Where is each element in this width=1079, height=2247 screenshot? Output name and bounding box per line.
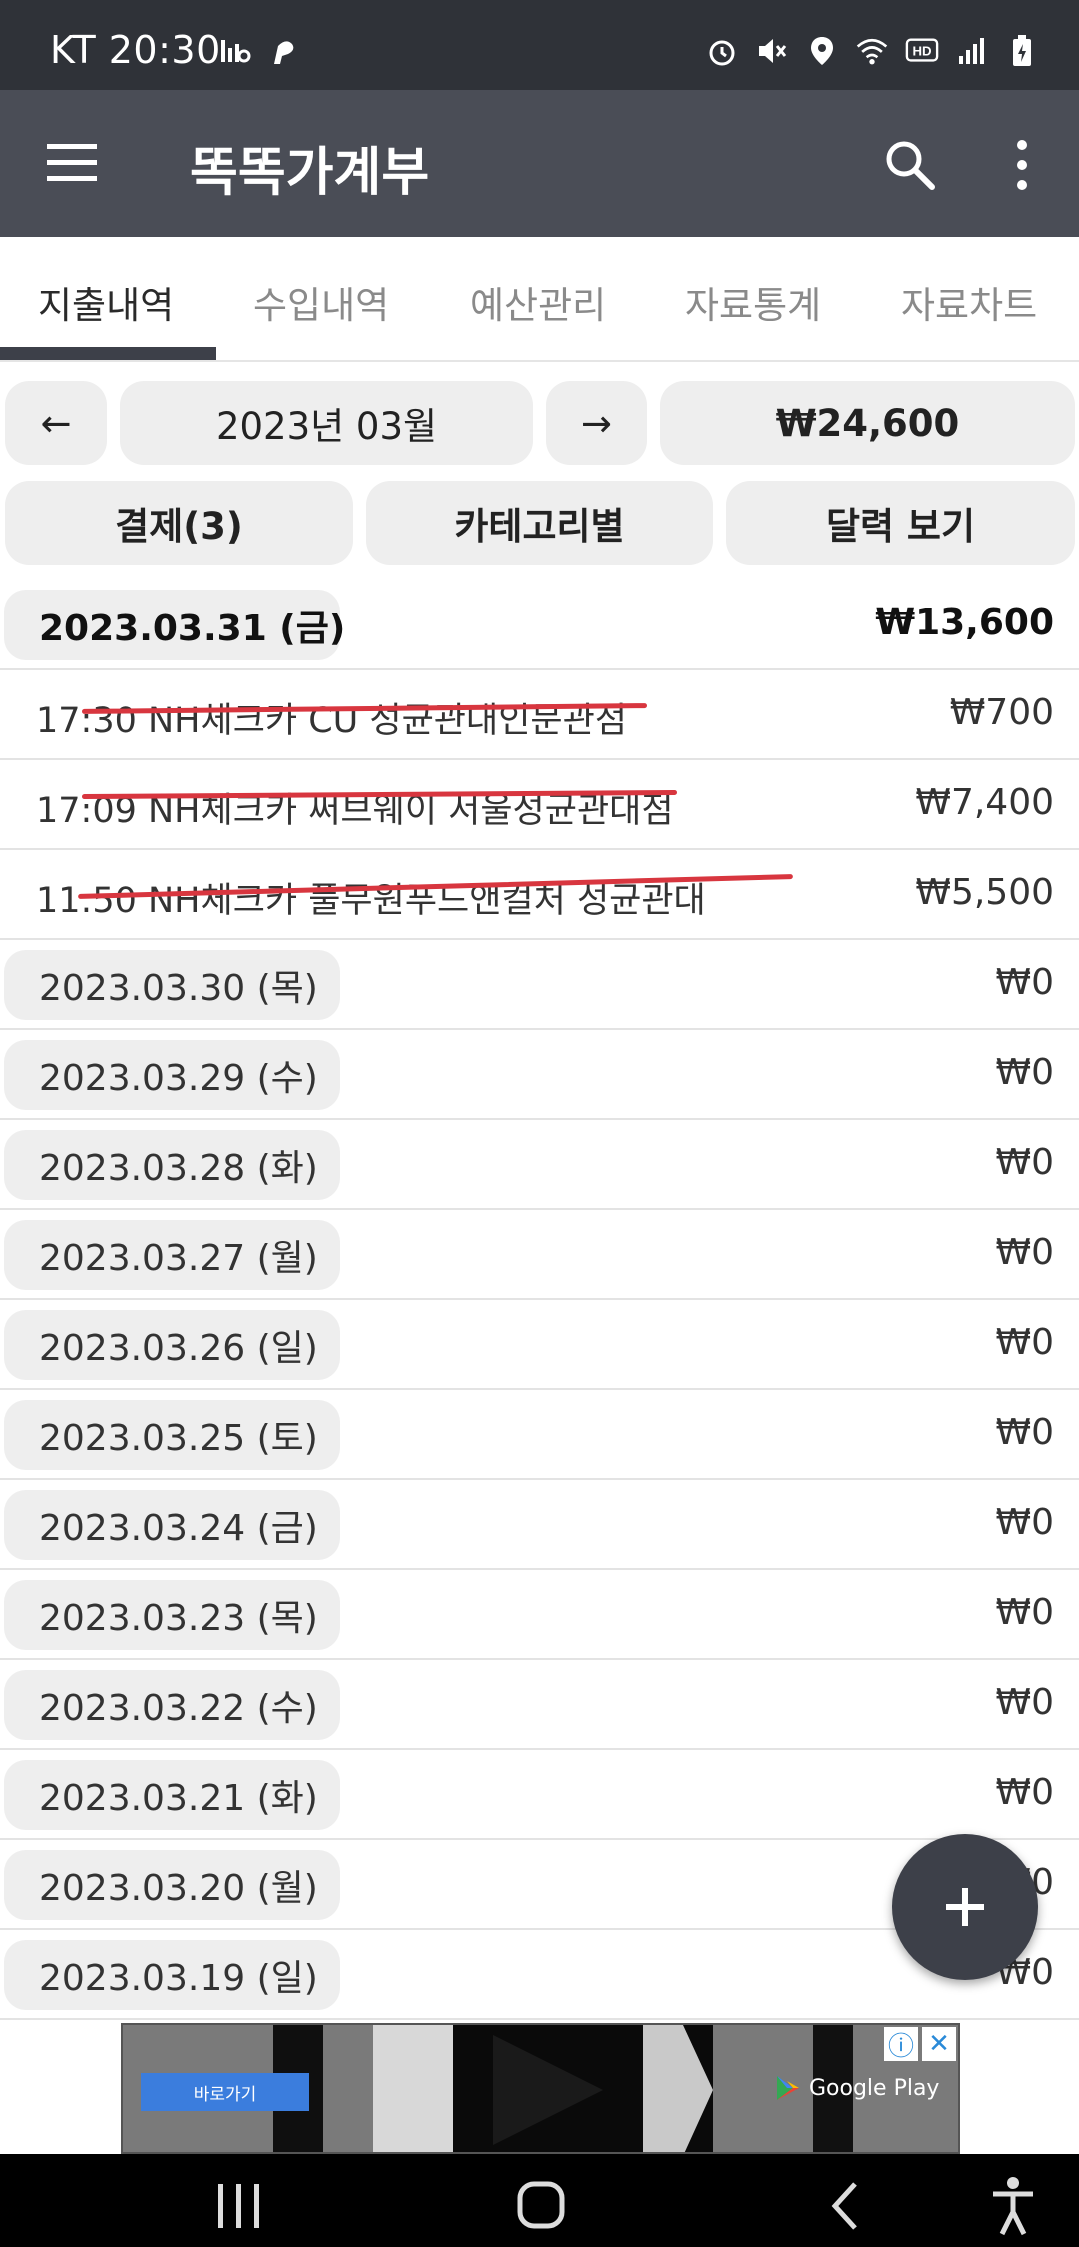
tab-statistics[interactable]: 자료통계 [685, 275, 821, 329]
day-date: 2023.03.31 (금) [4, 590, 345, 660]
accessibility-icon[interactable] [993, 2177, 1033, 2236]
day-date: 2023.03.29 (수) [4, 1040, 340, 1110]
transaction-row[interactable]: 17:30 NH체크카 CU 성균관대인문관점 ₩700 [0, 670, 1079, 760]
day-amount: ₩13,600 [875, 602, 1054, 643]
day-row[interactable]: 2023.03.26 (일) ₩0 [0, 1300, 1079, 1390]
transaction-row[interactable]: 17:09 NH체크카 써브웨이 서울성균관대점 ₩7,400 [0, 760, 1079, 850]
status-bar: KT 20:30 HD [0, 0, 1079, 90]
day-row[interactable]: 2023.03.27 (월) ₩0 [0, 1210, 1079, 1300]
svg-text:HD: HD [912, 44, 931, 59]
day-row[interactable]: 2023.03.23 (목) ₩0 [0, 1570, 1079, 1660]
ad-banner[interactable]: 바로가기 Google Play ⓘ ✕ [121, 2023, 960, 2154]
ad-info-icon[interactable]: ⓘ [884, 2027, 918, 2062]
category-filter-button[interactable]: 카테고리별 [366, 481, 713, 565]
home-icon[interactable] [517, 2181, 565, 2229]
day-row[interactable]: 2023.03.28 (화) ₩0 [0, 1120, 1079, 1210]
day-row[interactable]: 2023.03.29 (수) ₩0 [0, 1030, 1079, 1120]
battery-icon [1005, 34, 1039, 68]
more-options-icon[interactable] [1005, 135, 1039, 195]
day-amount: ₩0 [995, 1682, 1055, 1723]
next-month-button[interactable]: → [546, 381, 647, 465]
ad-cta-button[interactable]: 바로가기 [141, 2073, 309, 2111]
day-amount: ₩0 [995, 1142, 1055, 1183]
bixby-icon [266, 34, 300, 68]
tab-bar: 지출내역 수입내역 예산관리 자료통계 자료차트 [0, 237, 1079, 362]
day-date: 2023.03.20 (월) [4, 1850, 340, 1920]
status-time: KT 20:30 [50, 28, 221, 72]
google-play-icon [777, 2076, 799, 2100]
payment-filter-button[interactable]: 결제(3) [5, 481, 353, 565]
signal-icon [955, 34, 989, 68]
alarm-icon [705, 34, 739, 68]
day-date: 2023.03.28 (화) [4, 1130, 340, 1200]
location-icon [805, 34, 839, 68]
calendar-view-button[interactable]: 달력 보기 [726, 481, 1075, 565]
tab-budget[interactable]: 예산관리 [470, 275, 606, 329]
recent-apps-icon[interactable] [218, 2184, 259, 2228]
day-row[interactable]: 2023.03.22 (수) ₩0 [0, 1660, 1079, 1750]
day-amount: ₩0 [995, 1232, 1055, 1273]
day-date: 2023.03.30 (목) [4, 950, 340, 1020]
menu-icon[interactable] [45, 138, 101, 188]
day-row[interactable]: 2023.03.31 (금) ₩13,600 [0, 580, 1079, 670]
day-date: 2023.03.21 (화) [4, 1760, 340, 1830]
day-amount: ₩0 [995, 1502, 1055, 1543]
day-amount: ₩0 [995, 1772, 1055, 1813]
transaction-text: 17:30 NH체크카 CU 성균관대인문관점 [36, 701, 627, 741]
day-date: 2023.03.23 (목) [4, 1580, 340, 1650]
tab-chart[interactable]: 자료차트 [901, 275, 1037, 329]
day-date: 2023.03.19 (일) [4, 1940, 340, 2010]
tab-indicator [0, 347, 216, 360]
back-icon[interactable] [831, 2182, 857, 2230]
tab-expense[interactable]: 지출내역 [38, 275, 174, 329]
tab-income[interactable]: 수입내역 [253, 275, 389, 329]
month-total: ₩24,600 [660, 381, 1075, 465]
day-date: 2023.03.27 (월) [4, 1220, 340, 1290]
day-date: 2023.03.22 (수) [4, 1670, 340, 1740]
day-date: 2023.03.24 (금) [4, 1490, 340, 1560]
day-amount: ₩0 [995, 1052, 1055, 1093]
plus-icon [946, 1888, 984, 1926]
transaction-amount: ₩5,500 [915, 872, 1054, 913]
transaction-amount: ₩7,400 [915, 782, 1054, 823]
transaction-row[interactable]: 11:50 NH체크카 풀무원푸드앤컬처 성균관대 ₩5,500 [0, 850, 1079, 940]
prev-month-button[interactable]: ← [5, 381, 107, 465]
google-play-label: Google Play [809, 2075, 940, 2101]
wifi-icon [855, 34, 889, 68]
add-expense-button[interactable] [892, 1834, 1038, 1980]
day-amount: ₩0 [995, 1322, 1055, 1363]
day-amount: ₩0 [995, 1592, 1055, 1633]
transaction-amount: ₩700 [949, 692, 1054, 733]
app-bar: 똑똑가계부 [0, 90, 1079, 237]
search-icon[interactable] [880, 135, 940, 195]
day-amount: ₩0 [995, 1412, 1055, 1453]
mute-icon [755, 34, 789, 68]
month-selector[interactable]: 2023년 03월 [120, 381, 533, 465]
data-usage-icon [218, 34, 252, 68]
day-amount: ₩0 [995, 962, 1055, 1003]
hd-voice-icon: HD [905, 34, 939, 68]
day-date: 2023.03.26 (일) [4, 1310, 340, 1380]
day-row[interactable]: 2023.03.24 (금) ₩0 [0, 1480, 1079, 1570]
day-row[interactable]: 2023.03.21 (화) ₩0 [0, 1750, 1079, 1840]
day-date: 2023.03.25 (토) [4, 1400, 340, 1470]
day-row[interactable]: 2023.03.30 (목) ₩0 [0, 940, 1079, 1030]
app-title: 똑똑가계부 [190, 143, 430, 203]
system-nav-bar [0, 2154, 1079, 2247]
day-row[interactable]: 2023.03.25 (토) ₩0 [0, 1390, 1079, 1480]
google-play-badge: Google Play [773, 2073, 939, 2103]
ad-close-icon[interactable]: ✕ [922, 2027, 956, 2061]
